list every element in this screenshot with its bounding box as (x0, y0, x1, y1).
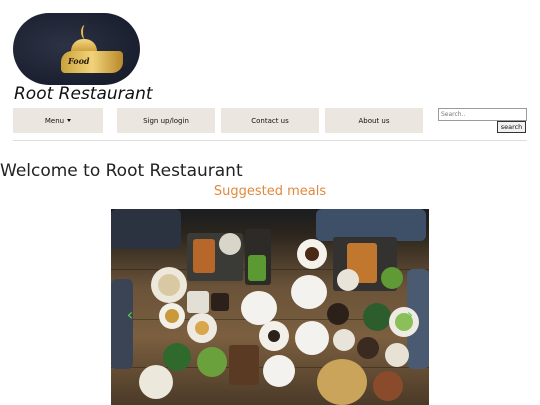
dish-cup (211, 293, 229, 311)
restaurant-logo[interactable]: Food (13, 13, 140, 85)
chevron-left-icon[interactable]: ‹ (124, 306, 136, 324)
signup-login-button[interactable]: Sign up/login (117, 108, 215, 133)
dish-cup (187, 291, 209, 313)
suggested-meals-heading: Suggested meals (213, 184, 327, 199)
dish-food (229, 345, 259, 385)
dish-noodles (317, 359, 367, 405)
dish-bowl (163, 343, 191, 371)
dish-rice (158, 274, 180, 296)
menu-label: Menu (44, 116, 65, 125)
caret-down-icon (67, 119, 72, 122)
about-label: About us (358, 116, 390, 125)
dish-bowl (363, 303, 391, 331)
teapot (295, 321, 329, 355)
chevron-right-icon[interactable]: › (404, 306, 416, 324)
contact-us-button[interactable]: Contact us (221, 108, 319, 133)
dish-food (195, 321, 209, 335)
dish-cup (327, 303, 349, 325)
search-button[interactable]: search (497, 121, 526, 133)
header-divider (13, 140, 527, 141)
signup-label: Sign up/login (143, 116, 189, 125)
steam-icon (81, 25, 89, 39)
teapot (241, 291, 277, 325)
dish-food (197, 347, 227, 377)
dish-food (193, 239, 215, 273)
teapot (263, 355, 295, 387)
menu-dropdown-button[interactable]: Menu (13, 108, 103, 133)
diner-figure (111, 209, 181, 249)
search-input[interactable] (438, 108, 527, 121)
dish-bowl (333, 329, 355, 351)
teapot (291, 275, 327, 309)
about-us-button[interactable]: About us (325, 108, 423, 133)
logo-text: Food (68, 56, 90, 66)
diner-figure (111, 279, 133, 369)
dish-bowl (139, 365, 173, 399)
dish-food (248, 255, 266, 281)
welcome-heading: Welcome to Root Restaurant (0, 161, 243, 181)
site-title: Root Restaurant (14, 84, 153, 104)
contact-label: Contact us (251, 116, 289, 125)
meals-carousel[interactable] (111, 209, 429, 405)
dish-sauce (268, 330, 280, 342)
search-button-label: search (500, 123, 523, 131)
page: Food Root Restaurant Menu Sign up/login … (0, 0, 540, 405)
dish-food (165, 309, 179, 323)
dish-cup (357, 337, 379, 359)
dish-bowl (385, 343, 409, 367)
dish-bowl (219, 233, 241, 255)
dish-food (381, 267, 403, 289)
dish-food (373, 371, 403, 401)
dish-sauce (305, 247, 319, 261)
dish-bowl (337, 269, 359, 291)
